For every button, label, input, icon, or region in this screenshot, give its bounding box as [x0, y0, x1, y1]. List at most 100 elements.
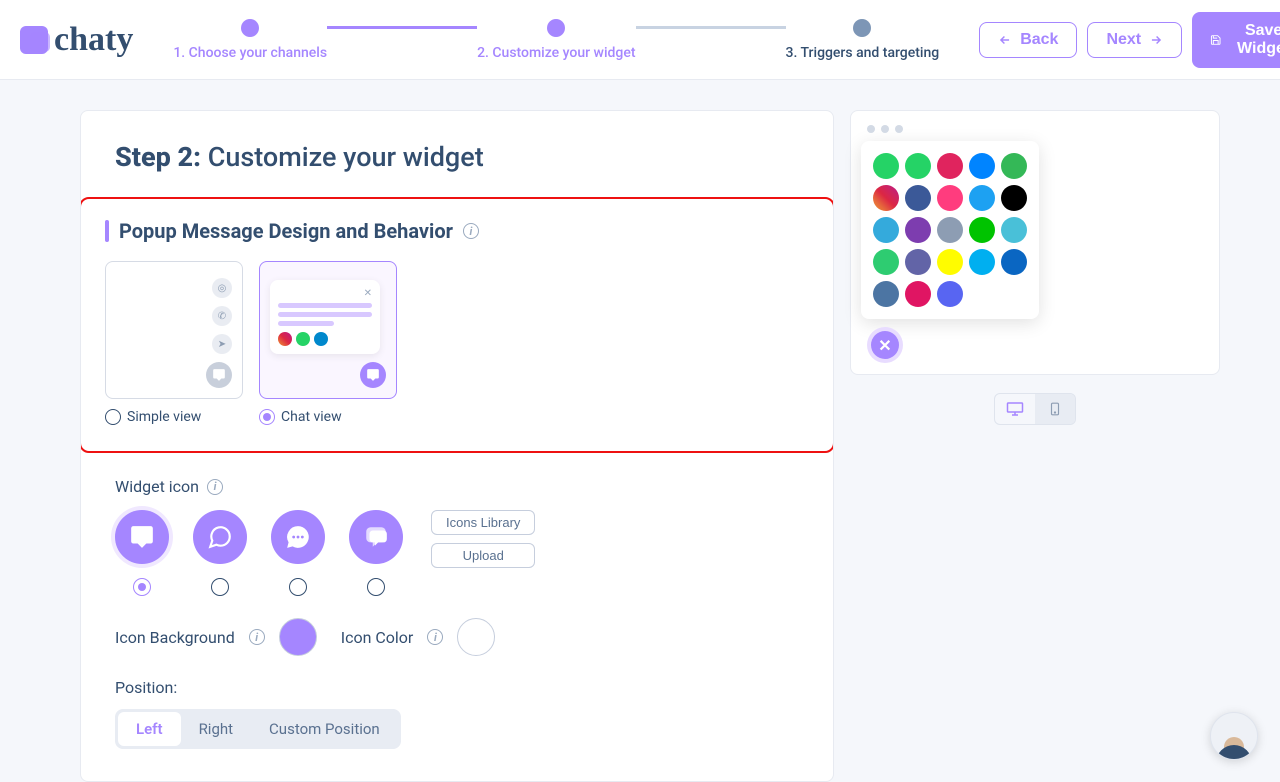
- channel-icon[interactable]: [905, 217, 931, 243]
- icon-bg-label: Icon Background: [115, 628, 235, 647]
- info-icon[interactable]: i: [427, 629, 443, 645]
- channel-icon[interactable]: [905, 185, 931, 211]
- widget-icon-choice-4[interactable]: [349, 510, 403, 596]
- channel-icon[interactable]: [873, 217, 899, 243]
- channel-icon[interactable]: [873, 153, 899, 179]
- channel-icon[interactable]: [937, 249, 963, 275]
- position-custom[interactable]: Custom Position: [251, 712, 398, 746]
- widget-icon-choice-3[interactable]: [271, 510, 325, 596]
- simple-view-label: Simple view: [127, 409, 201, 425]
- preview-panel: ✕: [850, 110, 1220, 375]
- panel-title-strong: Step 2:: [115, 141, 201, 173]
- mobile-icon: [1048, 400, 1062, 418]
- view-option-simple[interactable]: ◎ ✆ ➤ Simple view: [105, 261, 243, 425]
- simple-view-radio[interactable]: Simple view: [105, 409, 243, 425]
- back-button[interactable]: Back: [979, 22, 1077, 58]
- chat-bubble-icon: [206, 362, 232, 388]
- info-icon[interactable]: i: [249, 629, 265, 645]
- channel-icon[interactable]: [873, 281, 899, 307]
- view-options: ◎ ✆ ➤ Simple view ✕: [105, 261, 809, 425]
- arrow-right-icon: [1149, 33, 1163, 47]
- channel-icon-grid: [861, 141, 1039, 319]
- chat-view-radio[interactable]: Chat view: [259, 409, 397, 425]
- step-3[interactable]: 3. Triggers and targeting: [786, 19, 940, 61]
- step-circle-icon: [241, 19, 259, 37]
- step-2-label: 2. Customize your widget: [477, 45, 635, 61]
- next-button[interactable]: Next: [1087, 22, 1182, 58]
- section-title-text: Popup Message Design and Behavior: [119, 219, 453, 243]
- header-actions: Back Next Save Widget: [979, 12, 1280, 68]
- whatsapp-chip-icon: [296, 332, 310, 346]
- icons-library-button[interactable]: Icons Library: [431, 510, 535, 535]
- close-widget-button[interactable]: ✕: [871, 331, 899, 359]
- channel-icon[interactable]: [969, 217, 995, 243]
- step-1[interactable]: 1. Choose your channels: [173, 19, 327, 61]
- panel-title: Step 2: Customize your widget: [81, 141, 833, 197]
- chat-icon-2: [193, 510, 247, 564]
- position-label: Position:: [115, 678, 799, 697]
- radio-icon: [367, 578, 385, 596]
- upload-button[interactable]: Upload: [431, 543, 535, 568]
- device-mobile[interactable]: [1035, 394, 1075, 424]
- widget-icon-choice-2[interactable]: [193, 510, 247, 596]
- save-widget-button[interactable]: Save Widget: [1192, 12, 1280, 68]
- support-avatar[interactable]: [1210, 712, 1258, 760]
- chat-bubble-icon: [360, 362, 386, 388]
- channel-icon[interactable]: [937, 217, 963, 243]
- radio-icon: [211, 578, 229, 596]
- chat-view-card: ✕: [259, 261, 397, 399]
- icon-color-swatch[interactable]: [457, 618, 495, 656]
- position-segmented: Left Right Custom Position: [115, 709, 401, 749]
- channel-icon[interactable]: [873, 249, 899, 275]
- info-icon[interactable]: i: [463, 223, 479, 239]
- close-icon: ✕: [278, 288, 372, 299]
- channel-icon[interactable]: [1001, 185, 1027, 211]
- channel-icon[interactable]: [937, 185, 963, 211]
- widget-icon-choice-1[interactable]: [115, 510, 169, 596]
- icon-color-label: Icon Color: [341, 628, 414, 647]
- whatsapp-mini-icon: ✆: [212, 306, 232, 326]
- step-2[interactable]: 2. Customize your widget: [477, 19, 635, 61]
- widget-icon-row: Icons Library Upload: [115, 510, 799, 596]
- channel-icon[interactable]: [905, 281, 931, 307]
- next-label: Next: [1106, 31, 1141, 49]
- window-dots-icon: [861, 121, 1209, 141]
- channel-icon[interactable]: [1001, 249, 1027, 275]
- channel-icon[interactable]: [873, 185, 899, 211]
- channel-icon[interactable]: [1001, 217, 1027, 243]
- info-icon[interactable]: i: [207, 479, 223, 495]
- position-right[interactable]: Right: [181, 712, 251, 746]
- step-1-label: 1. Choose your channels: [173, 45, 327, 61]
- save-icon: [1210, 32, 1221, 48]
- channel-icon[interactable]: [969, 185, 995, 211]
- radio-icon: [105, 409, 121, 425]
- channel-icon[interactable]: [905, 153, 931, 179]
- widget-icon-section: Widget icon i: [81, 477, 833, 596]
- view-option-chat[interactable]: ✕: [259, 261, 397, 425]
- stepper: 1. Choose your channels 2. Customize you…: [173, 19, 939, 61]
- back-label: Back: [1020, 31, 1058, 49]
- channel-icon[interactable]: [969, 249, 995, 275]
- section-title: Popup Message Design and Behavior i: [105, 219, 809, 243]
- channel-icon[interactable]: [1001, 153, 1027, 179]
- step-line-2: [636, 26, 786, 29]
- app-header: chaty 1. Choose your channels 2. Customi…: [0, 0, 1280, 80]
- instagram-mini-icon: ◎: [212, 278, 232, 298]
- channel-icon[interactable]: [969, 153, 995, 179]
- save-button-group: Save Widget: [1192, 12, 1280, 68]
- channel-icon[interactable]: [905, 249, 931, 275]
- channel-icon[interactable]: [937, 153, 963, 179]
- telegram-chip-icon: [314, 332, 328, 346]
- chat-icon-1: [115, 510, 169, 564]
- icon-bg-swatch[interactable]: [279, 618, 317, 656]
- telegram-mini-icon: ➤: [212, 334, 232, 354]
- preview-column: ✕: [850, 110, 1220, 782]
- chat-icon-4: [349, 510, 403, 564]
- device-desktop[interactable]: [995, 394, 1035, 424]
- channel-icon[interactable]: [937, 281, 963, 307]
- panel-title-rest: Customize your widget: [201, 141, 484, 173]
- step-circle-icon: [547, 19, 565, 37]
- body: Step 2: Customize your widget Popup Mess…: [0, 80, 1280, 782]
- position-left[interactable]: Left: [118, 712, 181, 746]
- colors-section: Icon Background i Icon Color i: [81, 618, 833, 656]
